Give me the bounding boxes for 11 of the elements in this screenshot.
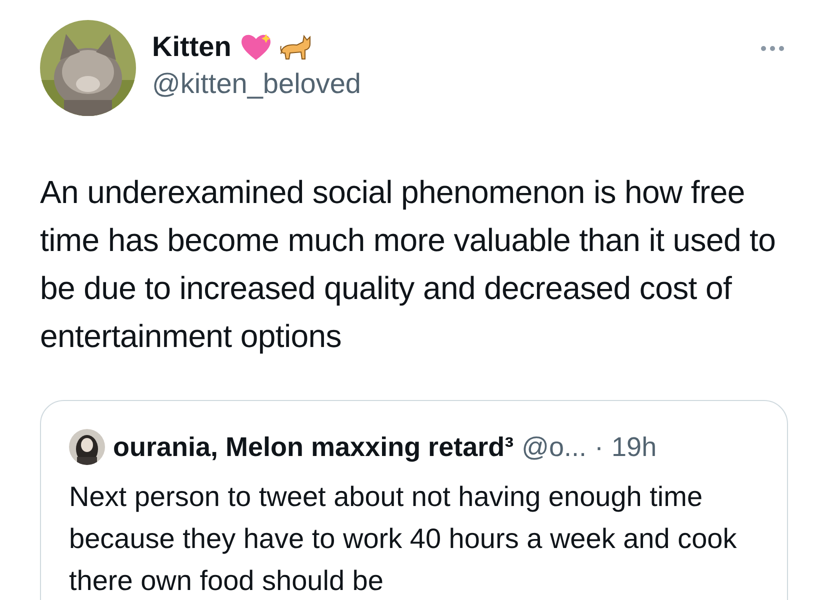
quoted-author-name: ourania, Melon maxxing retard³ (113, 431, 514, 464)
heart-icon (239, 32, 274, 62)
author-name: Kitten (152, 30, 232, 64)
separator-dot: · (594, 431, 604, 464)
quoted-tweet-card[interactable]: ourania, Melon maxxing retard³ @o... · 19h Next person to tweet about not having enough time because they have to work 40 hours a week and cook there own food should be (40, 400, 788, 600)
quoted-author-handle: @o... (522, 431, 587, 464)
author-handle: @kitten_beloved (152, 67, 362, 101)
post-time: 19h (612, 431, 657, 464)
tweet-text: An underexamined social phenomenon is how free time has become much more valuable than it used to be due to increased quality and decreased cost of entertainment options (40, 173, 777, 356)
cat-icon (277, 32, 314, 62)
quoted-tweet-text: Next person to tweet about not having enough time because they have to work 40 hours a week and cook there own food should be (69, 480, 738, 598)
